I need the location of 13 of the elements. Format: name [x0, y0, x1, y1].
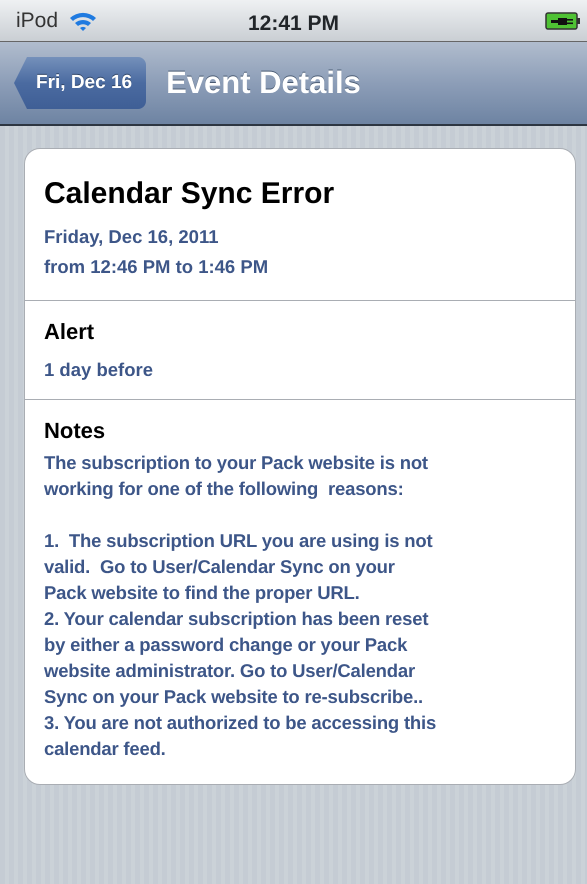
notes-label: Notes — [44, 417, 106, 445]
event-title: Calendar Sync Error — [44, 176, 336, 212]
back-button[interactable]: Fri, Dec 16 — [14, 57, 146, 109]
alert-label: Alert — [44, 318, 96, 346]
notes-paragraph: 1. The subscription URL you are using is not valid. Go to User/Calendar Sync on your Pack website to find the proper URL. 2. Your calendar subscription has been reset by either a password change or your Pack website administrator. Go to User/Calendar Sync on your Pack website to re-subscribe.. 3. You are not authorized to be accessing this calendar feed. — [44, 529, 438, 761]
event-time-range: from 12:46 PM to 1:46 PM — [44, 255, 270, 279]
battery-charging-icon — [545, 10, 581, 30]
notes-paragraph: The subscription to your Pack website is not working for one of the following reasons: — [44, 451, 429, 501]
alert-value: 1 day before — [44, 358, 154, 382]
event-date: Friday, Dec 16, 2011 — [44, 225, 220, 249]
carrier-name: iPod — [16, 8, 58, 34]
status-time: 12:41 PM — [246, 11, 340, 37]
nav-title: Event Details — [166, 64, 361, 102]
